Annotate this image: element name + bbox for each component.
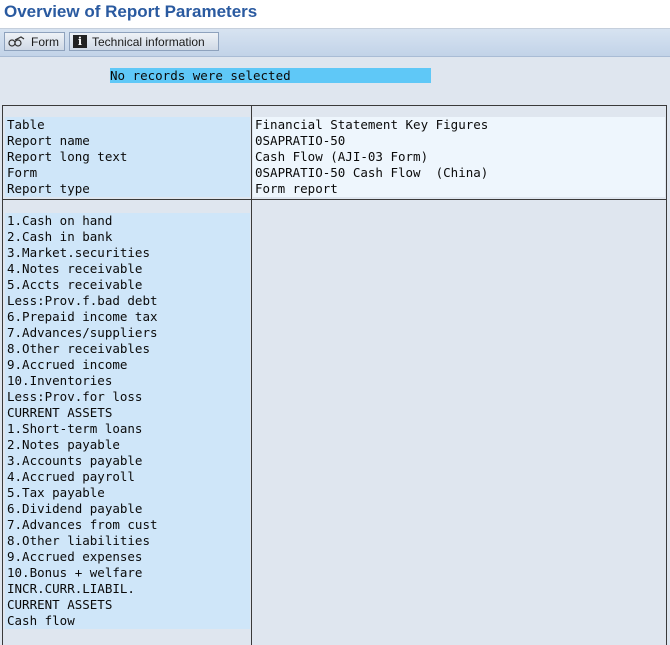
list-item[interactable]: 6.Prepaid income tax [5,309,250,325]
list-item[interactable]: 4.Accrued payroll [5,469,250,485]
param-value: Financial Statement Key Figures [253,117,665,133]
list-item[interactable]: 9.Accrued income [5,357,250,373]
list-item[interactable]: 5.Accts receivable [5,277,250,293]
column-divider [251,106,252,645]
title-bar: Overview of Report Parameters [0,0,670,29]
form-icon [8,35,26,48]
form-button-label: Form [31,34,59,49]
list-item[interactable]: Less:Prov.f.bad debt [5,293,250,309]
param-value: 0SAPRATIO-50 [253,133,665,149]
page-title: Overview of Report Parameters [4,2,258,21]
list-item[interactable]: 1.Cash on hand [5,213,250,229]
list-item[interactable]: CURRENT ASSETS [5,597,250,613]
param-value: Cash Flow (AJI-03 Form) [253,149,665,165]
list-item[interactable]: 8.Other receivables [5,341,250,357]
param-value: 0SAPRATIO-50 Cash Flow (China) [253,165,665,181]
param-label: Report name [5,133,250,149]
param-label: Report long text [5,149,250,165]
technical-information-button[interactable]: i Technical information [69,32,219,51]
list-item[interactable]: INCR.CURR.LIABIL. [5,581,250,597]
list-item[interactable]: 10.Inventories [5,373,250,389]
technical-information-label: Technical information [92,34,205,49]
list-item[interactable]: 9.Accrued expenses [5,549,250,565]
info-icon: i [73,35,87,48]
list-item[interactable]: 2.Cash in bank [5,229,250,245]
list-item[interactable]: 10.Bonus + welfare [5,565,250,581]
list-item[interactable]: 3.Accounts payable [5,453,250,469]
list-item[interactable]: Cash flow [5,613,250,629]
param-value: Form report [253,181,665,197]
list-item[interactable]: 4.Notes receivable [5,261,250,277]
list-item[interactable]: 2.Notes payable [5,437,250,453]
list-item[interactable]: 7.Advances from cust [5,517,250,533]
param-label: Report type [5,181,250,197]
report-panel: Table Financial Statement Key Figures Repo… [2,105,667,645]
list-item[interactable]: 5.Tax payable [5,485,250,501]
list-item[interactable]: 6.Dividend payable [5,501,250,517]
form-button[interactable]: Form [4,32,65,51]
param-label: Table [5,117,250,133]
list-item[interactable]: 8.Other liabilities [5,533,250,549]
toolbar: Form i Technical information [0,29,670,57]
status-message: No records were selected [110,68,431,83]
param-label: Form [5,165,250,181]
list-item[interactable]: Less:Prov.for loss [5,389,250,405]
list-item[interactable]: CURRENT ASSETS [5,405,250,421]
section-divider [3,199,666,200]
list-item[interactable]: 1.Short-term loans [5,421,250,437]
list-item[interactable]: 7.Advances/suppliers [5,325,250,341]
list-item[interactable]: 3.Market.securities [5,245,250,261]
